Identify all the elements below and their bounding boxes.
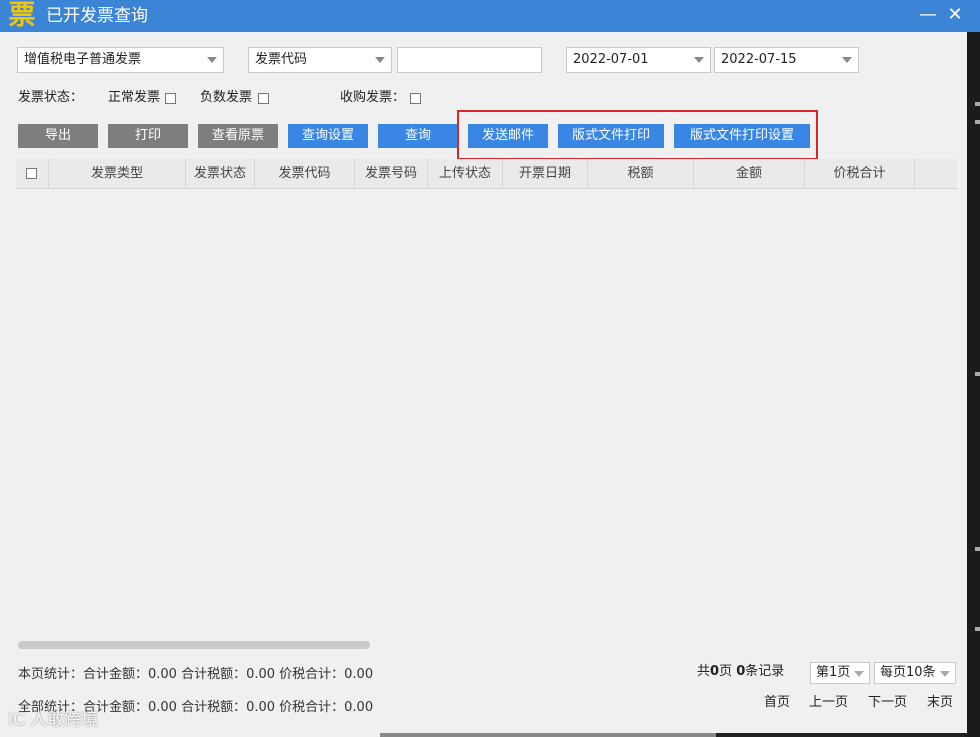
normal-invoice-checkbox[interactable] (165, 93, 176, 104)
search-field-value: 发票代码 (255, 52, 308, 67)
prev-page-link[interactable]: 上一页 (809, 695, 848, 711)
select-all-cell (16, 159, 49, 188)
taskbar-edge (380, 733, 716, 737)
page-size-value: 每页10条 (880, 665, 936, 680)
current-page-select[interactable]: 第1页 (810, 662, 870, 684)
app-logo: 票 (8, 0, 36, 31)
date-from-value: 2022-07-01 (573, 52, 649, 67)
invoice-type-select[interactable]: 增值税电子普通发票 (17, 47, 224, 73)
export-button[interactable]: 导出 (18, 124, 98, 148)
column-header[interactable]: 上传状态 (428, 159, 503, 188)
column-header[interactable]: 开票日期 (503, 159, 588, 188)
close-icon[interactable]: ✕ (942, 0, 968, 32)
records-unit: 条记录 (745, 664, 785, 679)
page-size-select[interactable]: 每页10条 (874, 662, 956, 684)
query-button[interactable]: 查询 (378, 124, 458, 148)
table-header: 发票类型 发票状态 发票代码 发票号码 上传状态 开票日期 税额 金额 价税合计 (16, 159, 957, 189)
first-page-link[interactable]: 首页 (764, 695, 790, 711)
invoice-type-value: 增值税电子普通发票 (24, 52, 142, 67)
total-records: 0 (736, 664, 746, 679)
total-pages: 0 (710, 664, 720, 679)
chevron-down-icon (694, 57, 704, 63)
highlight-box (457, 110, 818, 160)
chevron-down-icon (940, 671, 950, 677)
column-header[interactable]: 发票类型 (49, 159, 186, 188)
window-title: 已开发票查询 (46, 6, 148, 26)
chevron-down-icon (207, 57, 217, 63)
current-page-value: 第1页 (816, 665, 851, 680)
column-header[interactable]: 发票状态 (186, 159, 255, 188)
record-count: 共0页 0条记录 (697, 664, 784, 680)
next-page-link[interactable]: 下一页 (868, 695, 907, 711)
watermark: IC 人敢跨境 (8, 710, 99, 730)
column-header[interactable]: 金额 (694, 159, 805, 188)
column-header[interactable]: 税额 (588, 159, 694, 188)
view-original-button[interactable]: 查看原票 (198, 124, 278, 148)
column-header[interactable]: 发票号码 (355, 159, 428, 188)
chevron-down-icon (854, 671, 864, 677)
purchase-invoice-checkbox[interactable] (410, 93, 421, 104)
total-prefix: 共 (697, 664, 711, 679)
chevron-down-icon (842, 57, 852, 63)
date-from-picker[interactable]: 2022-07-01 (566, 47, 711, 73)
invoice-status-label: 发票状态： (18, 90, 84, 105)
page-summary: 本页统计：合计金额：0.00 合计税额：0.00 价税合计：0.00 (18, 667, 374, 682)
title-bar: 票 已开发票查询 — ✕ (0, 0, 980, 32)
chevron-down-icon (375, 57, 385, 63)
date-to-value: 2022-07-15 (721, 52, 797, 67)
column-header[interactable]: 价税合计 (805, 159, 915, 188)
negative-invoice-label: 负数发票 (200, 90, 253, 105)
table-body (16, 189, 957, 639)
taskbar-edge (716, 733, 967, 737)
normal-invoice-label: 正常发票 (108, 90, 161, 105)
search-input[interactable] (397, 47, 542, 73)
select-all-checkbox[interactable] (26, 168, 37, 179)
negative-invoice-checkbox[interactable] (258, 93, 269, 104)
pages-unit: 页 (719, 664, 733, 679)
date-to-picker[interactable]: 2022-07-15 (714, 47, 859, 73)
minimize-icon[interactable]: — (915, 0, 941, 32)
print-button[interactable]: 打印 (108, 124, 188, 148)
last-page-link[interactable]: 末页 (927, 695, 953, 711)
background-edge (967, 32, 980, 737)
purchase-invoice-label: 收购发票： (340, 90, 406, 105)
search-field-select[interactable]: 发票代码 (248, 47, 392, 73)
column-header[interactable]: 发票代码 (255, 159, 355, 188)
query-settings-button[interactable]: 查询设置 (288, 124, 368, 148)
horizontal-scrollbar[interactable] (18, 641, 370, 649)
